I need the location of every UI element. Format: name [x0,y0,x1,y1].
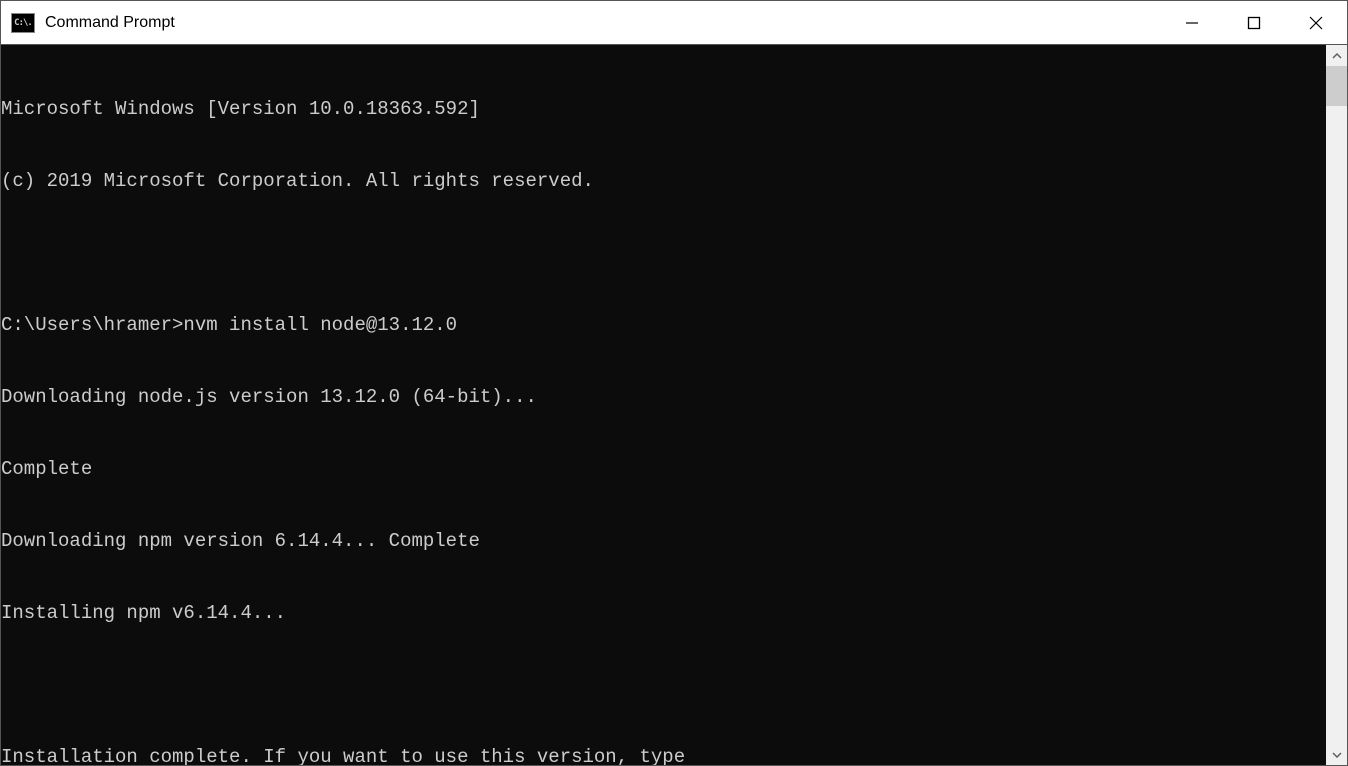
terminal-content[interactable]: Microsoft Windows [Version 10.0.18363.59… [1,45,1326,765]
terminal-line [1,673,1326,697]
titlebar[interactable]: C:\. Command Prompt [1,1,1347,45]
terminal-line: C:\Users\hramer>nvm install node@13.12.0 [1,313,1326,337]
close-button[interactable] [1285,1,1347,44]
scroll-thumb[interactable] [1326,66,1347,106]
terminal-line: Downloading node.js version 13.12.0 (64-… [1,385,1326,409]
terminal-line: Installation complete. If you want to us… [1,745,1326,765]
scroll-up-arrow-icon[interactable] [1326,45,1347,66]
minimize-button[interactable] [1161,1,1223,44]
window-controls [1161,1,1347,44]
window-title: Command Prompt [45,14,1161,32]
scroll-down-arrow-icon[interactable] [1326,744,1347,765]
terminal-line [1,241,1326,265]
terminal-line: Installing npm v6.14.4... [1,601,1326,625]
scroll-track[interactable] [1326,66,1347,744]
vertical-scrollbar[interactable] [1326,45,1347,765]
terminal-area: Microsoft Windows [Version 10.0.18363.59… [1,45,1347,765]
terminal-line: Microsoft Windows [Version 10.0.18363.59… [1,97,1326,121]
cmd-app-icon: C:\. [11,13,35,33]
terminal-line: Downloading npm version 6.14.4... Comple… [1,529,1326,553]
terminal-line: (c) 2019 Microsoft Corporation. All righ… [1,169,1326,193]
terminal-line: Complete [1,457,1326,481]
maximize-button[interactable] [1223,1,1285,44]
